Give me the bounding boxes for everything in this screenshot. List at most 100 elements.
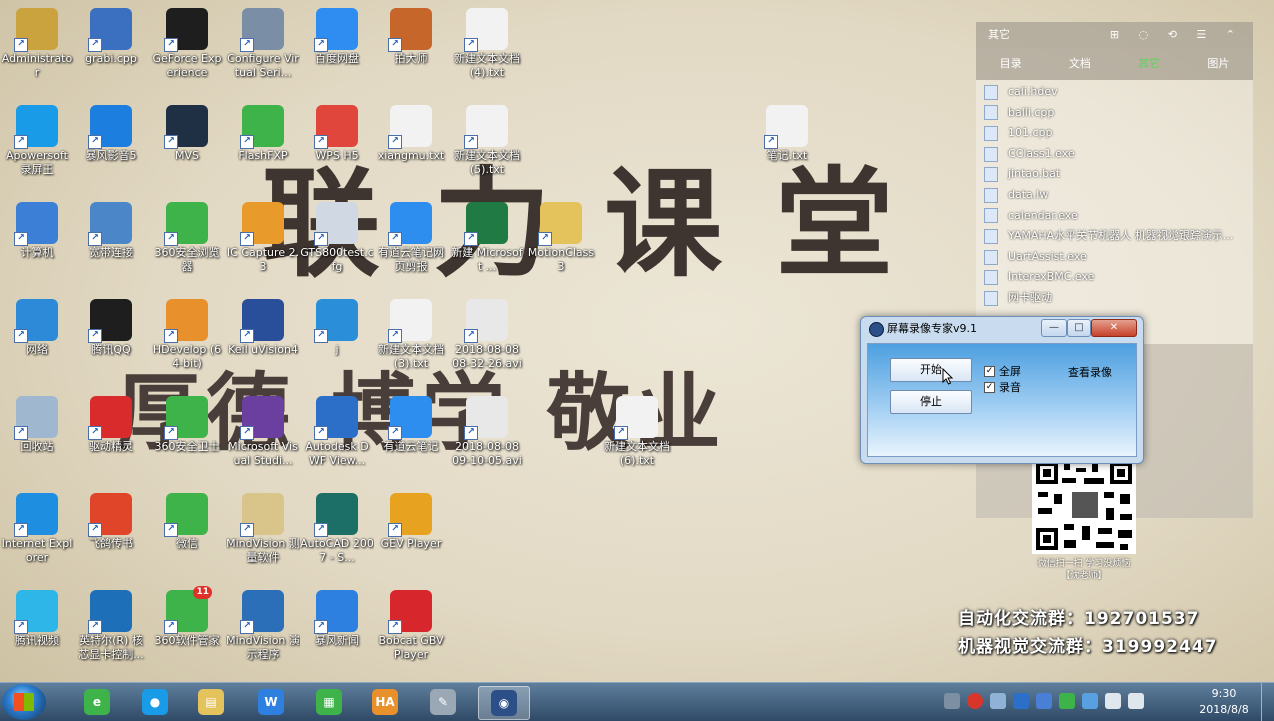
tray-app-icon[interactable]: [990, 693, 1006, 709]
desktop-icon[interactable]: ↗ 笔记.txt: [750, 101, 824, 163]
taskbar-app-button[interactable]: e: [72, 686, 122, 718]
audio-checkbox[interactable]: ✓ 录音: [984, 379, 1021, 395]
start-recording-button[interactable]: 开始: [890, 358, 972, 382]
desktop-icon[interactable]: ↗ AutoCAD 2007 - S...: [300, 489, 374, 565]
fullscreen-check-box[interactable]: ✓: [984, 365, 995, 377]
desktop-icon[interactable]: ↗ xiangmu.txt: [374, 101, 448, 163]
desktop-icon[interactable]: ↗ 新建文本文档 (3).txt: [374, 295, 448, 371]
desktop-icon[interactable]: ↗ 网络: [0, 295, 74, 357]
tray-record-icon[interactable]: [967, 693, 983, 709]
desktop-icon[interactable]: ↗ 有道云笔记: [374, 392, 448, 454]
file-list-item[interactable]: 网卡驱动: [984, 288, 1253, 309]
desktop-icon[interactable]: ↗ 腾讯视频: [0, 586, 74, 648]
desktop-icon[interactable]: ↗ Microsoft Visual Studi...: [226, 392, 300, 468]
desktop-icon[interactable]: ↗ 2018-08-08 09-10-05.avi: [450, 392, 524, 468]
file-list-item[interactable]: cali.hdev: [984, 82, 1253, 103]
taskbar-app-button[interactable]: HA: [360, 686, 410, 718]
file-list-item[interactable]: data.lw: [984, 185, 1253, 206]
bluetooth-icon[interactable]: [1013, 693, 1029, 709]
view-recordings-link[interactable]: 查看录像: [1068, 364, 1112, 380]
desktop-icon[interactable]: ↗ 暴风影音5: [74, 101, 148, 163]
audio-check-box[interactable]: ✓: [984, 381, 995, 393]
desktop-icon[interactable]: 11 ↗ 360软件管家: [150, 586, 224, 648]
taskbar-app-button[interactable]: W: [246, 686, 296, 718]
file-list-item[interactable]: 101.cpp: [984, 123, 1253, 144]
desktop-icon[interactable]: ↗ grabi.cpp: [74, 4, 148, 66]
taskbar-app-button[interactable]: ▦: [304, 686, 354, 718]
side-panel-tab[interactable]: 图片: [1184, 48, 1253, 80]
desktop-icon[interactable]: ↗ 新建文本文档 (5).txt: [450, 101, 524, 177]
desktop-icon[interactable]: ↗ 飞鸽传书: [74, 489, 148, 551]
tray-util-icon[interactable]: [1082, 693, 1098, 709]
desktop-icon[interactable]: ↗ 新建文本文档 (4).txt: [450, 4, 524, 80]
file-list-item[interactable]: CClass1.exe: [984, 144, 1253, 165]
file-list-item[interactable]: jintao.bat: [984, 164, 1253, 185]
file-list-item[interactable]: calendar.exe: [984, 206, 1253, 227]
volume-icon[interactable]: [1128, 693, 1144, 709]
close-button[interactable]: ✕: [1091, 319, 1137, 337]
desktop-icon[interactable]: ↗ FlashFXP: [226, 101, 300, 163]
start-button[interactable]: [2, 684, 46, 720]
desktop-icon[interactable]: ↗ 360安全卫士: [150, 392, 224, 454]
desktop-icon[interactable]: ↗ Configure Virtual Seri...: [226, 4, 300, 80]
desktop-icon[interactable]: ↗ Bobcat GBV Player: [374, 586, 448, 662]
desktop-icon-label: 驱动精灵: [89, 440, 133, 453]
side-panel-tab[interactable]: 目录: [976, 48, 1045, 80]
show-desktop-button[interactable]: [1261, 683, 1274, 721]
recorder-title-bar[interactable]: 屏幕录像专家v9.1 — □ ✕: [861, 317, 1143, 341]
taskbar-app-button[interactable]: ▤: [186, 686, 236, 718]
stop-recording-button[interactable]: 停止: [890, 390, 972, 414]
file-list-item[interactable]: InterexBMC.exe: [984, 267, 1253, 288]
desktop-icon[interactable]: ↗ 360安全浏览器: [150, 198, 224, 274]
desktop-icon[interactable]: ↗ 新建 Microsoft ...: [450, 198, 524, 274]
desktop-icon[interactable]: ↗ GTS800test.cfg: [300, 198, 374, 274]
desktop-icon[interactable]: ↗ GeForce Experience: [150, 4, 224, 80]
taskbar-app-button[interactable]: ●: [130, 686, 180, 718]
side-panel-controls[interactable]: ⊞ ◌ ⟲ ☰ ⌃: [1110, 22, 1243, 48]
taskbar-app-button[interactable]: ✎: [418, 686, 468, 718]
desktop-icon[interactable]: ↗ Autodesk DWF View...: [300, 392, 374, 468]
desktop-icon[interactable]: ↗ IC Capture 2.3: [226, 198, 300, 274]
fullscreen-checkbox[interactable]: ✓ 全屏: [984, 363, 1021, 379]
minimize-button[interactable]: —: [1041, 319, 1067, 337]
file-list-item[interactable]: balli.cpp: [984, 103, 1253, 124]
desktop-icon[interactable]: ↗ 回收站: [0, 392, 74, 454]
desktop-icon[interactable]: ↗ 英特尔(R) 核芯显卡控制...: [74, 586, 148, 662]
taskbar-app-button[interactable]: ◉: [478, 686, 530, 720]
file-list-item[interactable]: YAMAHA水平关节机器人 机器视觉跟踪演示...: [984, 226, 1253, 247]
desktop-icon[interactable]: ↗ HDevelop (64-bit): [150, 295, 224, 371]
windows-logo-icon: [14, 693, 34, 711]
desktop-icon[interactable]: ↗ 百度网盘: [300, 4, 374, 66]
tray-wechat-icon[interactable]: [1059, 693, 1075, 709]
desktop-icon[interactable]: ↗ 2018-08-08 08-32-26.avi: [450, 295, 524, 371]
side-panel-tab[interactable]: 其它: [1115, 48, 1184, 80]
desktop-icon[interactable]: ↗ 暴风新闻: [300, 586, 374, 648]
tray-expand-icon[interactable]: [944, 693, 960, 709]
clock-time: 9:30: [1211, 687, 1237, 700]
system-clock[interactable]: 9:30 2018/8/8: [1188, 686, 1260, 718]
side-panel-tab[interactable]: 文档: [1045, 48, 1114, 80]
desktop-icon[interactable]: ↗ Administrato r: [0, 4, 74, 80]
desktop-icon[interactable]: ↗ MotionClass 3: [524, 198, 598, 274]
desktop-icon[interactable]: ↗ 计算机: [0, 198, 74, 260]
desktop-icon[interactable]: ↗ MVS: [150, 101, 224, 163]
desktop-icon[interactable]: ↗ j: [300, 295, 374, 357]
desktop-icon[interactable]: ↗ 宽带连接: [74, 198, 148, 260]
desktop-icon[interactable]: ↗ 有道云笔记网页剪报: [374, 198, 448, 274]
desktop-icon[interactable]: ↗ Apowersoft 录屏王: [0, 101, 74, 177]
tray-network-app-icon[interactable]: [1036, 693, 1052, 709]
desktop-icon[interactable]: ↗ MindVision 测量软件: [226, 489, 300, 565]
desktop-icon[interactable]: ↗ 拍大师: [374, 4, 448, 66]
desktop-icon[interactable]: ↗ Keil uVision4: [226, 295, 300, 357]
desktop-icon[interactable]: ↗ MindVision 演示程序: [226, 586, 300, 662]
desktop-icon[interactable]: ↗ WPS H5: [300, 101, 374, 163]
file-list-item[interactable]: UartAssist.exe: [984, 247, 1253, 268]
desktop-icon[interactable]: ↗ 新建文本文档 (6).txt: [600, 392, 674, 468]
desktop-icon[interactable]: ↗ 驱动精灵: [74, 392, 148, 454]
desktop-icon[interactable]: ↗ Internet Explorer: [0, 489, 74, 565]
desktop-icon[interactable]: ↗ 微信: [150, 489, 224, 551]
network-signal-icon[interactable]: [1105, 693, 1121, 709]
desktop-icon[interactable]: ↗ GEV Player: [374, 489, 448, 551]
maximize-button[interactable]: □: [1067, 319, 1091, 337]
desktop-icon[interactable]: ↗ 腾讯QQ: [74, 295, 148, 357]
